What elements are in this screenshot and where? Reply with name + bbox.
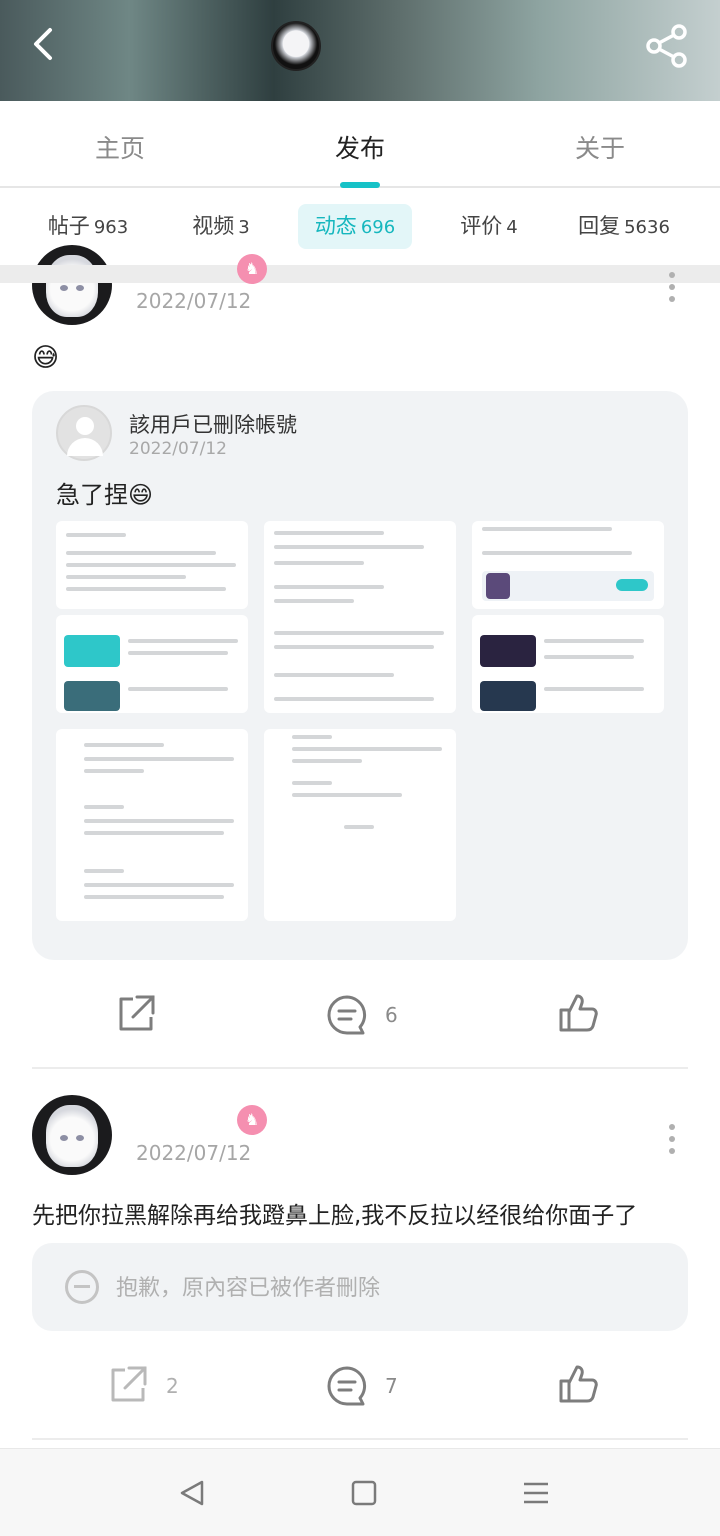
subtab-posts[interactable]: 帖子 963 [34, 204, 142, 249]
badge-icon: ♞ [237, 254, 267, 284]
more-icon[interactable] [669, 272, 677, 308]
subtab-reviews[interactable]: 评价 4 [446, 204, 532, 249]
share-count: 2 [166, 1374, 179, 1398]
subtab-count: 3 [238, 217, 250, 238]
subtab-moments[interactable]: 动态 696 [298, 204, 412, 249]
subtab-label: 帖子 [47, 214, 90, 238]
image-thumbnail[interactable] [56, 729, 248, 921]
subtab-count: 5636 [624, 217, 670, 238]
image-thumbnail[interactable] [56, 615, 248, 713]
share-post-icon[interactable] [107, 1364, 149, 1406]
tab-about[interactable]: 关于 [540, 129, 660, 165]
back-icon[interactable] [26, 24, 66, 64]
minus-circle-icon [65, 1270, 99, 1304]
image-thumbnail[interactable] [472, 615, 664, 713]
subtab-label: 回复 [578, 214, 621, 238]
subtab-count: 4 [506, 217, 518, 238]
image-thumbnail[interactable] [472, 521, 664, 609]
repost-date: 2022/07/12 [129, 439, 227, 459]
subtab-label: 动态 [314, 214, 357, 238]
sub-tabs: 帖子 963 视频 3 动态 696 评价 4 回复 5636 [0, 190, 720, 265]
comment-count: 6 [385, 1003, 398, 1027]
nav-back-icon[interactable] [178, 1479, 206, 1507]
tab-indicator [340, 182, 380, 188]
post-date: 2022/07/12 [136, 289, 252, 313]
subtab-videos[interactable]: 视频 3 [176, 204, 266, 249]
like-icon[interactable] [557, 1363, 599, 1405]
profile-header [0, 0, 720, 101]
user-avatar[interactable] [32, 245, 112, 325]
main-tabs: 主页 发布 关于 [0, 101, 720, 188]
image-thumbnail[interactable] [56, 521, 248, 609]
subtab-replies[interactable]: 回复 5636 [568, 204, 680, 249]
badge-icon: ♞ [237, 1105, 267, 1135]
subtab-count: 696 [360, 217, 396, 238]
image-thumbnail[interactable] [264, 521, 456, 713]
deleted-content-box: 抱歉，原內容已被作者刪除 [32, 1243, 688, 1331]
default-avatar-icon [56, 405, 112, 461]
share-icon[interactable] [645, 24, 689, 68]
subtab-label: 视频 [192, 214, 235, 238]
deleted-notice: 抱歉，原內容已被作者刪除 [116, 1276, 381, 1301]
comment-icon[interactable] [326, 1365, 368, 1407]
repost-author: 該用戶已刪除帳號 [129, 413, 297, 437]
image-thumbnail[interactable] [264, 729, 456, 921]
subtab-count: 963 [93, 217, 129, 238]
post-divider [32, 1067, 688, 1069]
share-post-icon[interactable] [115, 993, 157, 1035]
header-avatar[interactable] [271, 21, 321, 71]
nav-home-icon[interactable] [351, 1480, 377, 1506]
post-date: 2022/07/12 [136, 1141, 252, 1165]
repost-card[interactable]: 該用戶已刪除帳號 2022/07/12 急了捏😄 [32, 391, 688, 960]
repost-text: 急了捏😄 [56, 481, 154, 509]
system-nav-bar [0, 1448, 720, 1536]
nav-menu-icon[interactable] [522, 1479, 550, 1507]
section-separator [0, 265, 720, 283]
comment-count: 7 [385, 1374, 398, 1398]
like-icon[interactable] [557, 992, 599, 1034]
tab-publish[interactable]: 发布 [300, 129, 420, 165]
post-emoji: 😅 [32, 343, 60, 373]
comment-icon[interactable] [326, 994, 368, 1036]
tab-home[interactable]: 主页 [60, 129, 180, 165]
user-avatar[interactable] [32, 1095, 112, 1175]
post-divider [32, 1438, 688, 1440]
subtab-label: 评价 [460, 214, 503, 238]
more-icon[interactable] [669, 1124, 677, 1160]
post-text: 先把你拉黑解除再给我蹬鼻上脸,我不反拉以经很给你面子了 [32, 1203, 638, 1229]
